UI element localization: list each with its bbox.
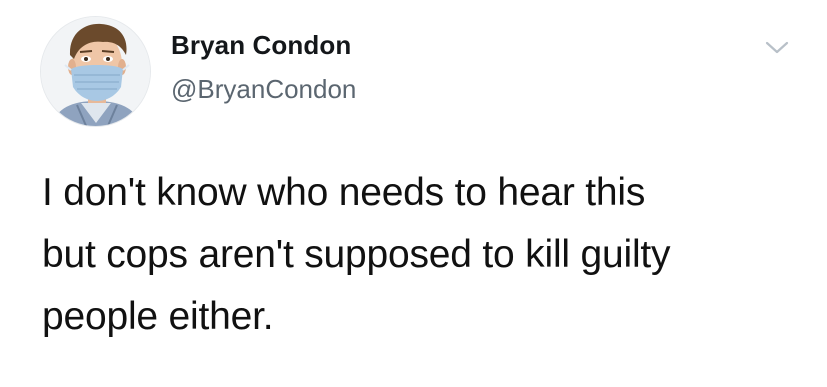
author-handle[interactable]: @BryanCondon: [171, 74, 356, 105]
author-display-name[interactable]: Bryan Condon: [171, 30, 351, 61]
author-avatar[interactable]: [40, 16, 151, 127]
tweet-text-line: but cops aren't supposed to kill guilty: [42, 233, 671, 276]
tweet-text-line: people either.: [42, 295, 274, 338]
avatar-photo: [41, 17, 150, 126]
chevron-down-icon[interactable]: [763, 38, 791, 58]
tweet-card: Bryan Condon @BryanCondon I don't know w…: [0, 0, 827, 387]
tweet-text: I don't know who needs to hear this but …: [42, 162, 802, 348]
tweet-text-line: I don't know who needs to hear this: [42, 171, 646, 214]
